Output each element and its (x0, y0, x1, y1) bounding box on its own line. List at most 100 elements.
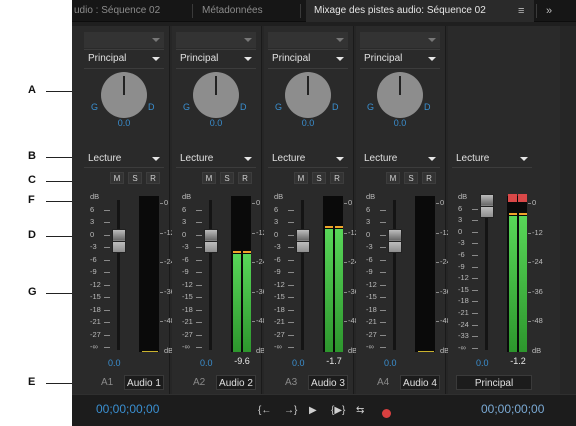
fader-tick (104, 234, 110, 236)
clip-indicator-right[interactable] (518, 194, 527, 202)
go-to-out-icon[interactable]: →} (284, 405, 297, 416)
solo-button[interactable]: S (312, 172, 326, 184)
meter-peak-right (335, 226, 343, 228)
track-name-field[interactable]: Audio 4 (400, 375, 440, 390)
meter-tick (160, 262, 163, 263)
fader-tick (196, 284, 202, 286)
automation-mode-dropdown[interactable]: Lecture (84, 151, 164, 167)
fader-tick (104, 284, 110, 286)
fader-db-readout: 0.0 (200, 358, 213, 368)
automation-mode-dropdown[interactable]: Lecture (268, 151, 348, 167)
mute-button[interactable]: M (202, 172, 216, 184)
annotation-b: B (28, 150, 36, 162)
record-enable-button[interactable]: R (422, 172, 436, 184)
fader-tick (380, 284, 386, 286)
meter-tick (528, 262, 531, 263)
pan-knob[interactable] (101, 72, 147, 118)
play-in-to-out-icon[interactable]: {▶} (331, 405, 345, 416)
mute-button[interactable]: M (110, 172, 124, 184)
input-dropdown[interactable] (268, 32, 348, 48)
pan-knob[interactable] (193, 72, 239, 118)
pan-knob[interactable] (377, 72, 423, 118)
record-enable-button[interactable]: R (146, 172, 160, 184)
record-enable-button[interactable]: R (238, 172, 252, 184)
fader-scale-label: -9 (274, 267, 281, 276)
fader-tick (196, 247, 202, 248)
fader-scale-label: -∞ (274, 342, 282, 351)
meter-tick (528, 291, 531, 293)
output-dropdown[interactable]: Principal (360, 51, 440, 67)
track-name-field[interactable]: Audio 2 (216, 375, 256, 390)
fader-tick (104, 322, 110, 323)
track-name-field[interactable]: Audio 1 (124, 375, 164, 390)
fader-db-readout: 0.0 (292, 358, 305, 368)
meter-tick (344, 262, 347, 263)
output-label: Principal (364, 53, 403, 64)
input-dropdown[interactable] (176, 32, 256, 48)
fader-scale-label: -21 (90, 317, 101, 326)
play-icon[interactable]: ▶ (309, 405, 317, 416)
volume-fader[interactable] (112, 229, 126, 253)
volume-fader[interactable] (296, 229, 310, 253)
tab-audio-sequence[interactable]: udio : Séquence 02 (72, 0, 190, 22)
volume-fader[interactable] (388, 229, 402, 253)
timecode-current[interactable]: 00;00;00;00 (96, 402, 159, 416)
master-meter-peak-left (509, 213, 517, 215)
output-dropdown[interactable]: Principal (268, 51, 348, 67)
annotation-c: C (28, 174, 36, 186)
divider (452, 167, 532, 168)
automation-mode-dropdown[interactable]: Lecture (176, 151, 256, 167)
meter-tick (160, 321, 163, 322)
loop-icon[interactable]: ⇆ (356, 405, 364, 416)
input-dropdown[interactable] (360, 32, 440, 48)
solo-button[interactable]: S (220, 172, 234, 184)
master-volume-fader[interactable] (480, 194, 494, 218)
divider (84, 68, 164, 69)
output-dropdown[interactable]: Principal (176, 51, 256, 67)
track-name-field[interactable]: Audio 3 (308, 375, 348, 390)
automation-mode-dropdown[interactable]: Lecture (360, 151, 440, 167)
record-icon[interactable] (382, 409, 391, 418)
fader-tick (196, 272, 202, 273)
output-dropdown[interactable]: Principal (84, 51, 164, 67)
fader-tick (196, 322, 202, 323)
solo-button[interactable]: S (128, 172, 142, 184)
fader-tick (104, 347, 110, 348)
pan-value: 0.0 (301, 118, 315, 128)
record-enable-button[interactable]: R (330, 172, 344, 184)
tab-audio-track-mixer[interactable]: Mixage des pistes audio: Séquence 02 (306, 0, 534, 22)
fader-scale-label: dB (274, 192, 284, 201)
tab-metadata[interactable]: Métadonnées (202, 0, 282, 22)
clip-indicator-left[interactable] (508, 194, 517, 202)
solo-button[interactable]: S (404, 172, 418, 184)
divider (84, 49, 164, 50)
fader-scale-label: -6 (182, 254, 189, 264)
fader-tick (472, 301, 478, 303)
mute-button[interactable]: M (386, 172, 400, 184)
go-to-in-icon[interactable]: {← (258, 405, 271, 416)
fader-tick (196, 309, 202, 311)
audio-track-mixer-panel: udio : Séquence 02 Métadonnées Mixage de… (72, 0, 576, 426)
automation-mode-label: Lecture (364, 153, 398, 164)
meter-tick (252, 262, 255, 263)
input-dropdown[interactable] (84, 32, 164, 48)
fader-tick (472, 231, 478, 233)
fader-tick (380, 234, 386, 236)
fader-tick (196, 234, 202, 236)
fader-tick (472, 266, 478, 268)
chevron-down-icon (428, 38, 436, 42)
mute-button[interactable]: M (294, 172, 308, 184)
divider (268, 167, 348, 168)
fader-track (393, 200, 396, 350)
divider (268, 49, 348, 50)
knob-needle (215, 76, 217, 95)
panel-menu-icon[interactable]: ≡ (518, 0, 524, 22)
fader-tick (288, 247, 294, 248)
master-automation-dropdown[interactable]: Lecture (452, 151, 532, 167)
automation-mode-label: Lecture (88, 153, 122, 164)
pan-knob[interactable] (285, 72, 331, 118)
fader-tick (288, 347, 294, 348)
volume-fader[interactable] (204, 229, 218, 253)
master-peak-readout: -1.2 (510, 356, 526, 366)
tab-overflow-icon[interactable]: » (546, 0, 552, 22)
